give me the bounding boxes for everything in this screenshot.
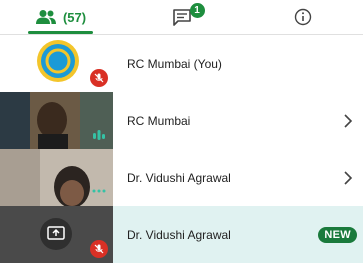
mic-muted-icon: [90, 69, 108, 87]
participant-list: RC Mumbai (You) RC Mumbai Dr. Vidushi Ag…: [0, 35, 363, 263]
chat-unread-badge: 1: [189, 3, 205, 18]
participant-row[interactable]: Dr. Vidushi Agrawal NEW: [0, 206, 363, 263]
chat-icon: [172, 9, 191, 26]
people-icon: [35, 10, 56, 24]
participant-tile: [0, 35, 113, 92]
participant-name: RC Mumbai (You): [127, 56, 222, 71]
tab-chat[interactable]: 1: [121, 0, 242, 34]
chevron-right-icon[interactable]: [343, 170, 353, 185]
participant-row[interactable]: Dr. Vidushi Agrawal: [0, 149, 363, 206]
tab-info[interactable]: [242, 0, 363, 34]
participant-row[interactable]: RC Mumbai: [0, 92, 363, 149]
info-icon: [294, 8, 311, 26]
tab-participants[interactable]: (57): [0, 0, 121, 34]
tab-bar: (57) 1: [0, 0, 363, 34]
participant-video-tile: [0, 92, 113, 149]
speaking-indicator-icon: [93, 130, 105, 140]
video-thumbnail: [0, 149, 113, 206]
chevron-right-icon[interactable]: [343, 113, 353, 128]
participant-name: Dr. Vidushi Agrawal: [127, 170, 231, 185]
mic-muted-icon: [90, 240, 108, 258]
speaking-indicator-icon: [92, 189, 106, 193]
participant-tile: [0, 206, 113, 263]
participant-video-tile: [0, 149, 113, 206]
new-badge: NEW: [318, 226, 357, 243]
participant-name: RC Mumbai: [127, 113, 191, 128]
participant-count: (57): [62, 9, 87, 25]
participant-row[interactable]: RC Mumbai (You): [0, 35, 363, 92]
